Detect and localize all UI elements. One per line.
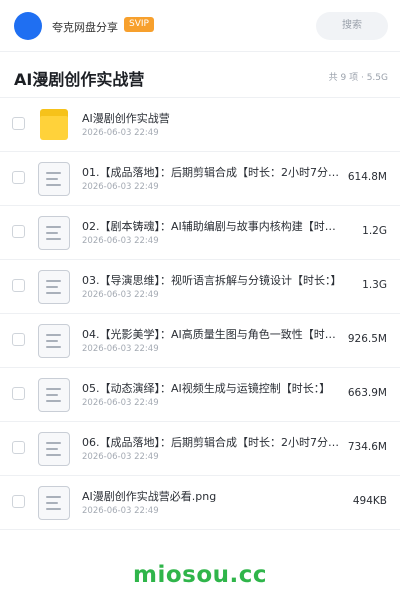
list-item[interactable]: 02.【剧本铸魂】：AI辅助编剧与故事内核构建【时长】 2026-06-03 2… — [0, 206, 400, 260]
list-item[interactable]: 03.【导演思维】：视听语言拆解与分镜设计【时长：】 2026-06-03 22… — [0, 260, 400, 314]
file-size: 494KB — [352, 495, 387, 507]
file-size: 1.3G — [362, 279, 387, 291]
share-name: 夸克网盘分享 — [52, 21, 118, 34]
file-name: 06.【成品落地】：后期剪辑合成【时长：2小时7分钟】 — [82, 436, 344, 449]
folder-summary: 共 9 项 · 5.5G — [328, 73, 388, 83]
row-checkbox[interactable] — [12, 441, 25, 454]
row-checkbox[interactable] — [12, 225, 25, 238]
file-name: 01.【成品落地】：后期剪辑合成【时长：2小时7分钟】 — [82, 166, 344, 179]
file-date: 2026-06-03 22:49 — [82, 236, 159, 246]
file-name: 05.【动态演绎】：AI视频生成与运镜控制【时长：】 — [82, 382, 331, 395]
row-checkbox[interactable] — [12, 495, 25, 508]
document-icon — [38, 270, 70, 304]
file-date: 2026-06-03 22:49 — [82, 290, 159, 300]
row-checkbox[interactable] — [12, 333, 25, 346]
file-name: 04.【光影美学】：AI高质量生图与角色一致性【时长】 — [82, 328, 344, 341]
list-item-folder[interactable]: AI漫剧创作实战营 2026-06-03 22:49 — [0, 98, 400, 152]
file-size: 1.2G — [362, 225, 387, 237]
document-icon — [38, 378, 70, 412]
row-checkbox[interactable] — [12, 171, 25, 184]
document-icon — [38, 162, 70, 196]
file-date: 2026-06-03 22:49 — [82, 344, 159, 354]
page-title: AI漫剧创作实战营 — [14, 70, 145, 89]
avatar[interactable] — [14, 12, 42, 40]
file-name: 03.【导演思维】：视听语言拆解与分镜设计【时长：】 — [82, 274, 342, 287]
watermark: miosou.cc — [132, 562, 268, 588]
search-input[interactable]: 搜索 — [316, 12, 388, 40]
file-size: 614.8M — [347, 171, 387, 183]
file-name: AI漫剧创作实战营必看.png — [82, 490, 217, 503]
row-checkbox[interactable] — [12, 279, 25, 292]
document-icon — [38, 324, 70, 358]
folder-title-row: AI漫剧创作实战营 共 9 项 · 5.5G — [0, 52, 400, 98]
file-size: 663.9M — [347, 387, 387, 399]
list-item[interactable]: 04.【光影美学】：AI高质量生图与角色一致性【时长】 2026-06-03 2… — [0, 314, 400, 368]
svip-badge: SVIP — [124, 17, 154, 32]
file-name: 02.【剧本铸魂】：AI辅助编剧与故事内核构建【时长】 — [82, 220, 344, 233]
list-item[interactable]: 06.【成品落地】：后期剪辑合成【时长：2小时7分钟】 2026-06-03 2… — [0, 422, 400, 476]
image-file-icon — [38, 486, 70, 520]
file-list: AI漫剧创作实战营 2026-06-03 22:49 01.【成品落地】：后期剪… — [0, 98, 400, 530]
file-date: 2026-06-03 22:49 — [82, 182, 159, 192]
file-size: 926.5M — [347, 333, 387, 345]
file-size: 734.6M — [347, 441, 387, 453]
list-item[interactable]: 05.【动态演绎】：AI视频生成与运镜控制【时长：】 2026-06-03 22… — [0, 368, 400, 422]
folder-icon — [38, 108, 70, 142]
document-icon — [38, 432, 70, 466]
file-date: 2026-06-03 22:49 — [82, 398, 159, 408]
document-icon — [38, 216, 70, 250]
list-item[interactable]: 01.【成品落地】：后期剪辑合成【时长：2小时7分钟】 2026-06-03 2… — [0, 152, 400, 206]
file-name: AI漫剧创作实战营 — [82, 112, 170, 125]
file-date: 2026-06-03 22:49 — [82, 452, 159, 462]
row-checkbox[interactable] — [12, 117, 25, 130]
file-date: 2026-06-03 22:49 — [82, 128, 159, 138]
list-item[interactable]: AI漫剧创作实战营必看.png 2026-06-03 22:49 494KB — [0, 476, 400, 530]
header: 夸克网盘分享 SVIP 搜索 — [0, 0, 400, 52]
file-date: 2026-06-03 22:49 — [82, 506, 159, 516]
row-checkbox[interactable] — [12, 387, 25, 400]
